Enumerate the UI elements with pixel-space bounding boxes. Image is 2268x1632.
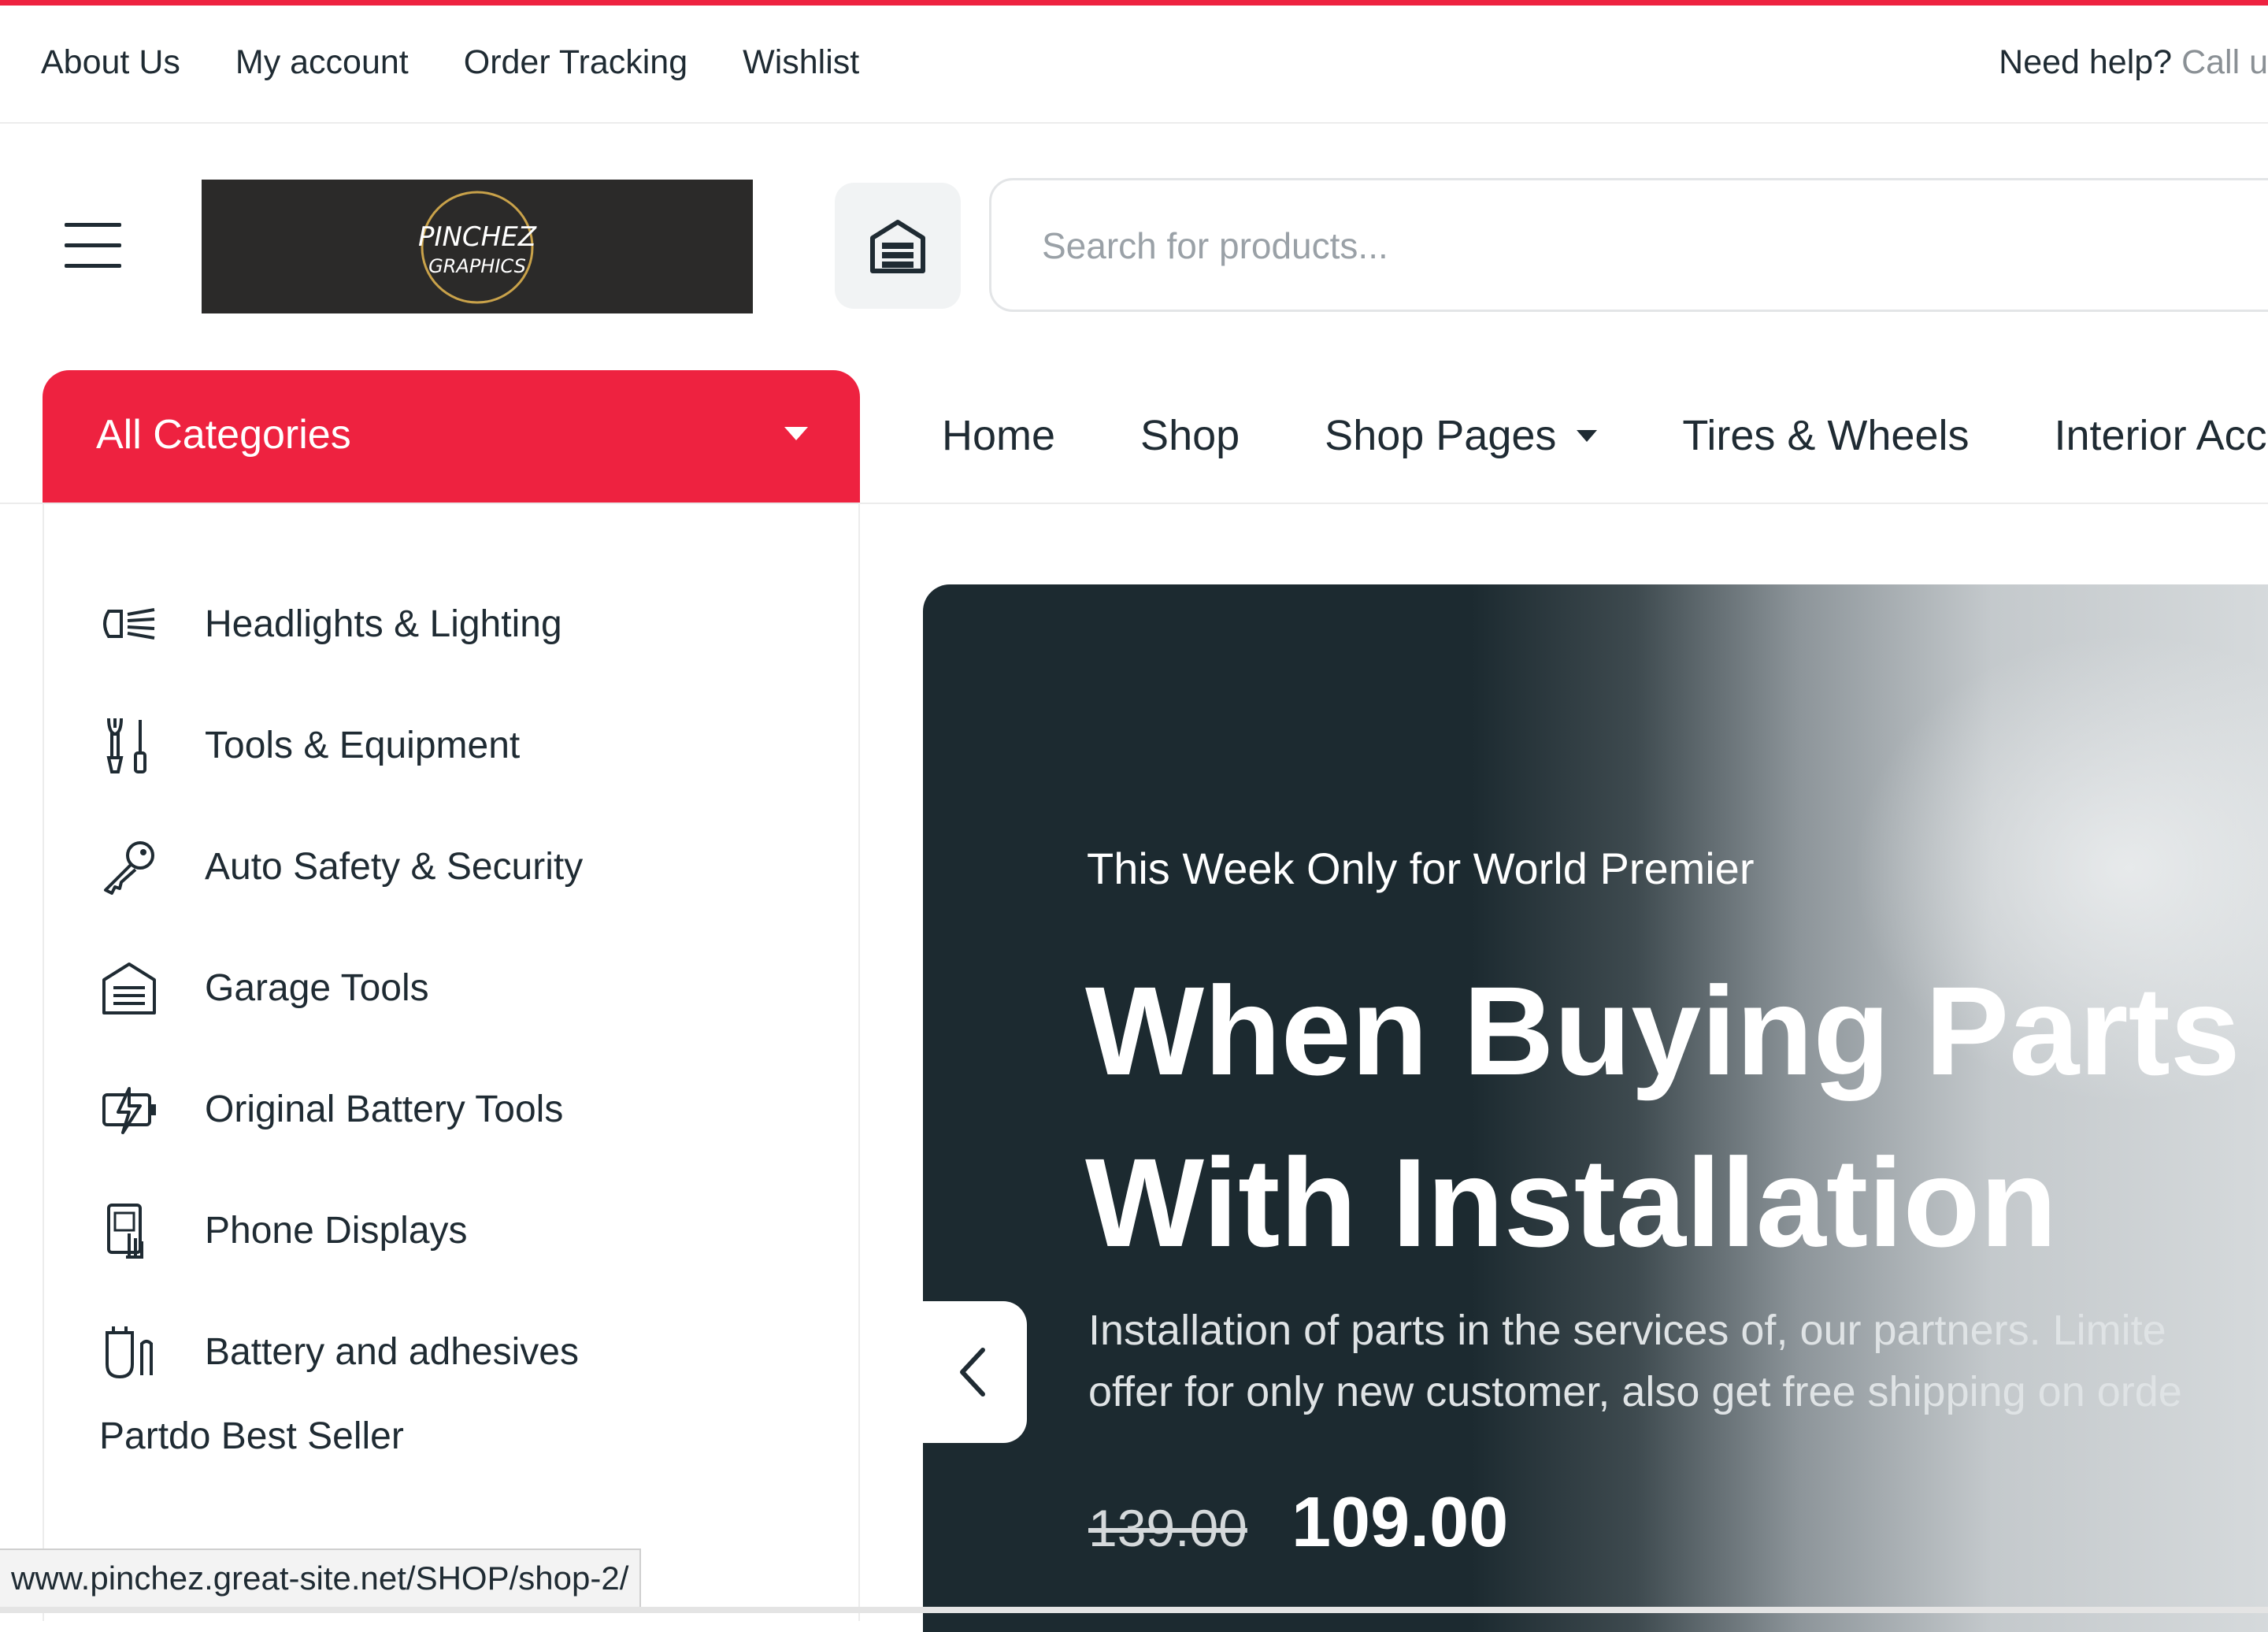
- nav-interior-accessories[interactable]: Interior Acc: [2054, 411, 2266, 460]
- top-accent-bar: [0, 0, 2268, 6]
- hero-title-line-2: With Installation: [1085, 1132, 2058, 1273]
- category-label: Garage Tools: [205, 966, 429, 1009]
- battery-icon: [102, 1087, 156, 1134]
- all-categories-label: All Categories: [96, 412, 351, 458]
- nav-tires-wheels-label: Tires & Wheels: [1682, 412, 1970, 459]
- old-price: 139.00: [1088, 1499, 1247, 1557]
- new-price: 109.00: [1292, 1483, 1509, 1562]
- nav-home-label: Home: [942, 412, 1056, 459]
- logo-emblem-icon: PINCHEZ GRAPHICS: [418, 191, 537, 304]
- hero-desc-line-1: Installation of parts in the services of…: [1088, 1307, 2166, 1354]
- category-label: Tools & Equipment: [205, 724, 521, 766]
- hero-description: Installation of parts in the services of…: [1088, 1300, 2182, 1422]
- order-tracking-link[interactable]: Order Tracking: [464, 43, 687, 82]
- garage-icon: [870, 220, 925, 273]
- need-help-label: Need help?: [1999, 43, 2173, 81]
- key-icon: [104, 841, 154, 895]
- best-seller-link[interactable]: Partdo Best Seller: [99, 1415, 404, 1458]
- category-item-headlights[interactable]: Headlights & Lighting: [98, 577, 562, 671]
- category-label: Battery and adhesives: [205, 1330, 579, 1373]
- site-logo[interactable]: PINCHEZ GRAPHICS: [202, 180, 753, 313]
- category-item-battery-tools[interactable]: Original Battery Tools: [98, 1062, 563, 1156]
- logo-text-1: PINCHEZ: [418, 221, 537, 253]
- category-item-garage-tools[interactable]: Garage Tools: [98, 940, 429, 1035]
- hero-banner: This Week Only for World Premier When Bu…: [923, 584, 2268, 1632]
- tools-icon: [106, 718, 146, 773]
- chevron-down-icon: [784, 427, 808, 440]
- slider-prev-button[interactable]: [923, 1301, 1027, 1443]
- hero-desc-line-2: offer for only new customer, also get fr…: [1088, 1368, 2182, 1415]
- phone-display-icon: [107, 1204, 143, 1259]
- dropdown-caret-icon: [1577, 429, 1598, 442]
- window-bottom-edge: [0, 1607, 2268, 1613]
- category-item-auto-safety[interactable]: Auto Safety & Security: [98, 819, 583, 914]
- hero-eyebrow: This Week Only for World Premier: [1087, 844, 1755, 893]
- top-links: About Us My account Order Tracking Wishl…: [41, 43, 859, 82]
- need-help: Need help? Call u: [1999, 43, 2268, 82]
- hamburger-menu-icon[interactable]: [65, 223, 121, 269]
- nav-shop-pages[interactable]: Shop Pages: [1325, 411, 1598, 460]
- category-sidebar: Headlights & Lighting Tools & Equipment …: [43, 503, 860, 1621]
- garage-icon: [102, 963, 156, 1014]
- logo-text-2: GRAPHICS: [428, 255, 526, 277]
- category-label: Auto Safety & Security: [205, 845, 584, 888]
- about-us-link[interactable]: About Us: [41, 43, 180, 82]
- hero-title-line-1: When Buying Parts: [1085, 960, 2240, 1101]
- all-categories-button[interactable]: All Categories: [43, 370, 860, 503]
- nav-home[interactable]: Home: [942, 411, 1055, 460]
- chevron-left-icon: [960, 1348, 985, 1396]
- wishlist-link[interactable]: Wishlist: [743, 43, 859, 82]
- headlight-icon: [103, 608, 155, 640]
- my-account-link[interactable]: My account: [235, 43, 409, 82]
- nav-interior-label: Interior Acc: [2054, 412, 2267, 459]
- category-label: Original Battery Tools: [205, 1088, 564, 1130]
- garage-button[interactable]: [835, 183, 961, 309]
- hero-title: When Buying Parts With Installation: [1085, 945, 2240, 1289]
- nav-tires-wheels[interactable]: Tires & Wheels: [1682, 411, 1969, 460]
- category-label: Headlights & Lighting: [205, 603, 562, 645]
- status-bar-url: www.pinchez.great-site.net/SHOP/shop-2/: [0, 1549, 642, 1608]
- category-label: Phone Displays: [205, 1209, 468, 1252]
- nav-shop[interactable]: Shop: [1140, 411, 1240, 460]
- main-nav: Home Shop Shop Pages Tires & Wheels Inte…: [942, 411, 2267, 460]
- top-bar: About Us My account Order Tracking Wishl…: [0, 6, 2268, 124]
- nav-shop-pages-label: Shop Pages: [1325, 412, 1557, 459]
- call-us-link[interactable]: Call u: [2181, 43, 2268, 81]
- search-input[interactable]: [1040, 180, 2146, 311]
- nav-shop-label: Shop: [1140, 412, 1240, 459]
- category-item-tools[interactable]: Tools & Equipment: [98, 698, 520, 792]
- search-box: [989, 178, 2268, 312]
- category-item-battery-adhesives[interactable]: Battery and adhesives: [98, 1304, 579, 1399]
- adhesive-icon: [106, 1326, 153, 1379]
- category-item-phone-displays[interactable]: Phone Displays: [98, 1183, 468, 1278]
